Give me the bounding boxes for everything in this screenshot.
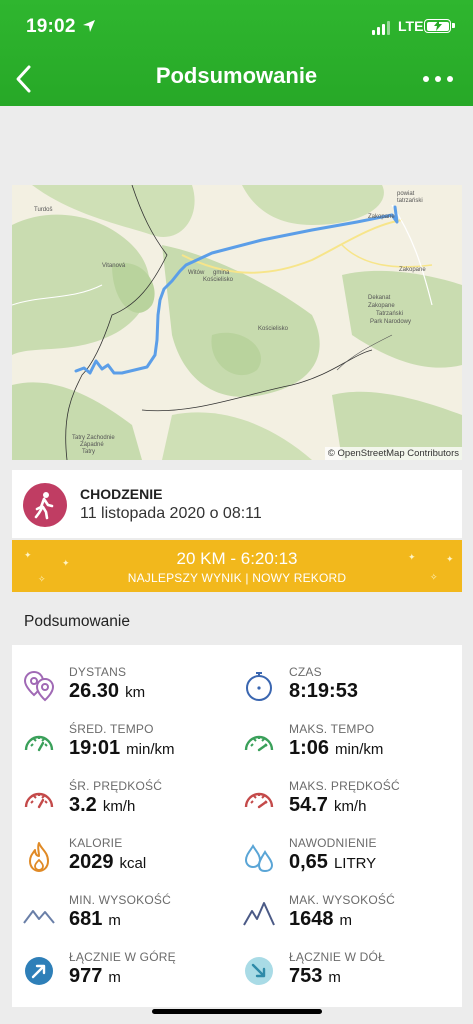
activity-date: 11 listopada 2020 o 08:11 bbox=[80, 505, 262, 522]
home-indicator[interactable] bbox=[152, 1009, 322, 1014]
map-label-witow: Witów bbox=[188, 270, 205, 276]
stat-unit: m bbox=[339, 912, 353, 929]
stat-min-altitude: MIN. WYSOKOŚĆ 681 m bbox=[12, 889, 222, 939]
stat-value: 1:06 bbox=[289, 737, 330, 759]
stat-unit: km/h bbox=[102, 798, 136, 815]
stat-max-altitude: MAK. WYSOKOŚĆ 1648 m bbox=[232, 889, 442, 939]
stat-unit: LITRY bbox=[333, 855, 377, 872]
route-map[interactable]: Turdoš Vitanová powiat tatrzański Zakopa… bbox=[12, 185, 462, 460]
stat-label: ŁĄCZNIE W GÓRĘ bbox=[69, 950, 176, 964]
stat-value: 0,65 bbox=[289, 851, 328, 873]
stat-unit: m bbox=[108, 969, 121, 986]
map-label-zakopane-dek: Zakopane bbox=[368, 303, 395, 309]
stat-value: 8:19:53 bbox=[289, 680, 358, 702]
stat-hydration: NAWODNIENIE 0,65 LITRY bbox=[232, 832, 442, 882]
stat-label: ŚRED. TEMPO bbox=[69, 722, 154, 736]
summary-title: Podsumowanie bbox=[24, 613, 130, 630]
speedometer-icon bbox=[24, 792, 54, 809]
record-value: 20 KM - 6:20:13 bbox=[176, 549, 298, 568]
stat-total-ascent: ŁĄCZNIE W GÓRĘ 977 m bbox=[12, 946, 222, 996]
stat-label: KALORIE bbox=[69, 836, 123, 850]
stat-value: 26.30 bbox=[69, 680, 120, 702]
stat-value: 54.7 bbox=[289, 794, 328, 816]
signal-icon bbox=[372, 21, 390, 35]
stat-avg-pace: ŚRED. TEMPO 19:01 min/km bbox=[12, 718, 222, 768]
mountain-low-icon bbox=[23, 910, 55, 924]
stat-distance: DYSTANS 26.30 km bbox=[12, 661, 222, 711]
app-header: 19:02 LTE Podsumowanie bbox=[0, 0, 473, 106]
stat-total-descent: ŁĄCZNIE W DÓŁ 753 m bbox=[232, 946, 442, 996]
stat-value: 1648 bbox=[289, 908, 334, 930]
map-label-powiat: powiat bbox=[397, 191, 415, 197]
stat-avg-speed: ŚR. PRĘDKOŚĆ 3.2 km/h bbox=[12, 775, 222, 825]
stat-unit: kcal bbox=[119, 855, 147, 872]
map-label-park-narodowy: Park Narodowy bbox=[370, 319, 412, 325]
map-label-tatry: Tatry bbox=[82, 449, 96, 455]
stat-max-speed: MAKS. PRĘDKOŚĆ 54.7 km/h bbox=[232, 775, 442, 825]
stat-label: MAK. WYSOKOŚĆ bbox=[289, 893, 395, 907]
stat-value: 19:01 bbox=[69, 737, 121, 759]
speedometer-max-icon bbox=[244, 792, 274, 809]
record-subtitle: NAJLEPSZY WYNIK | NOWY REKORD bbox=[127, 571, 347, 585]
map-label-tatry-zachodnie: Tatry Zachodnie bbox=[72, 435, 115, 441]
stat-label: ŁĄCZNIE W DÓŁ bbox=[289, 950, 385, 964]
stat-unit: min/km bbox=[335, 741, 384, 758]
stat-time: CZAS 8:19:53 bbox=[232, 661, 442, 711]
map-label-zakopane-top: Zakopane bbox=[368, 214, 395, 220]
map-label-turdos: Turdoš bbox=[34, 207, 53, 213]
stat-label: CZAS bbox=[289, 665, 322, 679]
stopwatch-icon bbox=[246, 672, 272, 701]
map-label-zapadne: Západné bbox=[80, 442, 104, 448]
pace-gauge-icon bbox=[24, 735, 54, 752]
map-label-gmina: gmina bbox=[213, 270, 230, 276]
map-label-vitanova: Vitanová bbox=[102, 263, 126, 269]
ascent-arrow-icon bbox=[25, 957, 53, 985]
activity-card: CHODZENIE 11 listopada 2020 o 08:11 bbox=[12, 470, 462, 538]
descent-arrow-icon bbox=[245, 957, 273, 985]
stat-value: 753 bbox=[289, 965, 323, 987]
stats-panel: DYSTANS 26.30 km CZAS 8:19:53 ŚRED. TEMPO… bbox=[12, 645, 462, 1007]
stat-value: 681 bbox=[69, 908, 103, 930]
stat-unit: min/km bbox=[126, 741, 175, 758]
more-options-icon[interactable] bbox=[423, 76, 453, 82]
stat-unit: km bbox=[125, 684, 146, 701]
stat-value: 3.2 bbox=[69, 794, 97, 816]
stat-label: MAKS. PRĘDKOŚĆ bbox=[289, 779, 400, 793]
status-bar: 19:02 LTE bbox=[0, 16, 473, 40]
location-arrow-icon bbox=[83, 20, 95, 32]
stat-unit: km/h bbox=[333, 798, 367, 815]
pace-gauge-max-icon bbox=[244, 735, 274, 752]
map-label-koscielisko-b: Kościelisko bbox=[258, 326, 289, 332]
water-drops-icon bbox=[244, 844, 274, 873]
battery-icon bbox=[424, 19, 455, 33]
route-pins-icon bbox=[23, 670, 55, 702]
stat-value: 2029 bbox=[69, 851, 114, 873]
page-title: Podsumowanie bbox=[155, 63, 318, 88]
walking-icon bbox=[23, 483, 67, 527]
map-attribution[interactable]: © OpenStreetMap Contributors bbox=[324, 447, 462, 460]
stat-value: 977 bbox=[69, 965, 103, 987]
map-label-koscielisko-a: Kościelisko bbox=[203, 277, 234, 283]
stat-max-pace: MAKS. TEMPO 1:06 min/km bbox=[232, 718, 442, 768]
stat-label: NAWODNIENIE bbox=[289, 836, 377, 850]
flame-icon bbox=[29, 842, 49, 872]
map-label-zakopane-mid: Zakopane bbox=[399, 267, 426, 273]
stat-calories: KALORIE 2029 kcal bbox=[12, 832, 222, 882]
stat-label: ŚR. PRĘDKOŚĆ bbox=[69, 779, 163, 793]
map-label-dekanat: Dekanat bbox=[368, 295, 391, 301]
mountain-high-icon bbox=[243, 902, 275, 926]
stat-unit: m bbox=[108, 912, 121, 929]
network-type: LTE bbox=[398, 18, 424, 34]
map-label-tatrzanski: tatrzański bbox=[397, 198, 423, 204]
record-banner: ✦ ✧ ✦ ✦ ✧ ✦ 20 KM - 6:20:13 NAJLEPSZY WY… bbox=[12, 540, 462, 592]
stat-unit: m bbox=[328, 969, 341, 986]
status-time: 19:02 bbox=[26, 16, 76, 37]
stat-label: MAKS. TEMPO bbox=[289, 722, 375, 736]
stat-label: DYSTANS bbox=[69, 665, 127, 679]
map-label-tatrzanski-park: Tatrzański bbox=[376, 311, 404, 317]
stat-label: MIN. WYSOKOŚĆ bbox=[69, 893, 171, 907]
activity-type: CHODZENIE bbox=[80, 486, 163, 502]
